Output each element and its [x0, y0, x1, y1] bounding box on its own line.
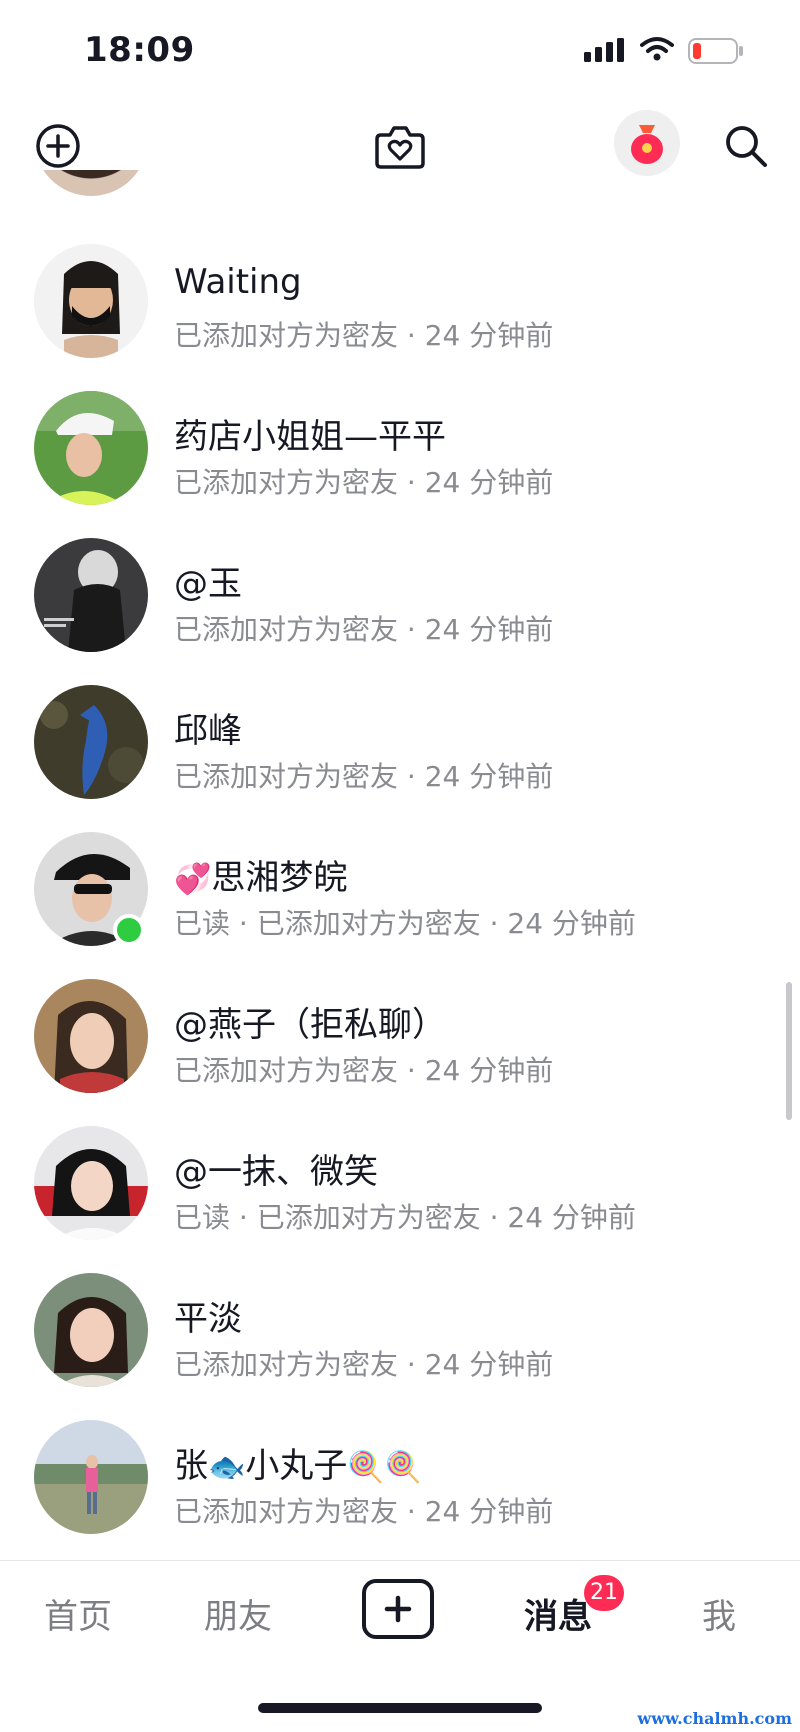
fish-emoji: 🐟: [208, 1450, 246, 1485]
list-item[interactable]: Waiting 已添加对方为密友 · 24 分钟前: [0, 228, 800, 376]
status-time: 18:09: [84, 30, 195, 70]
status-bar: 18:09: [0, 0, 800, 100]
contact-name: @一抹、微笑: [174, 1152, 378, 1192]
list-item[interactable]: @玉 已添加对方为密友 · 24 分钟前: [0, 522, 800, 670]
contact-status: 已添加对方为密友 · 24 分钟前: [174, 1054, 554, 1087]
camera-heart-icon[interactable]: [370, 116, 430, 176]
plus-icon: [384, 1595, 412, 1623]
avatar[interactable]: [34, 170, 148, 196]
contact-name: Waiting: [174, 262, 302, 302]
contact-name: 药店小姐姐—平平: [174, 417, 446, 457]
contact-name: @玉: [174, 564, 242, 604]
list-item[interactable]: @一抹、微笑 已读 · 已添加对方为密友 · 24 分钟前: [0, 1110, 800, 1258]
avatar[interactable]: [34, 538, 148, 652]
contact-name-part: 小丸子: [245, 1446, 348, 1486]
tab-messages[interactable]: 消息: [524, 1589, 592, 1638]
search-icon[interactable]: [718, 118, 774, 174]
avatar[interactable]: [34, 1126, 148, 1240]
contact-status: 已添加对方为密友 · 24 分钟前: [174, 319, 554, 352]
unread-badge: 21: [584, 1575, 624, 1611]
create-post-button[interactable]: [362, 1579, 434, 1639]
contact-name: 张🐟小丸子🍭🍭: [174, 1438, 422, 1487]
cellular-signal-icon: [584, 38, 626, 66]
avatar[interactable]: [34, 1273, 148, 1387]
list-item[interactable]: 邱峰 已添加对方为密友 · 24 分钟前: [0, 669, 800, 817]
avatar[interactable]: [34, 244, 148, 358]
tab-home[interactable]: 首页: [44, 1589, 112, 1638]
friends-list[interactable]: Waiting 已添加对方为密友 · 24 分钟前 药店小姐姐—平平 已添加对方…: [0, 170, 800, 1560]
online-status-dot: [113, 914, 145, 946]
red-packet-icon[interactable]: [614, 110, 680, 176]
hearts-emoji: 💞: [174, 862, 212, 897]
avatar[interactable]: [34, 979, 148, 1093]
contact-status: 已读 · 已添加对方为密友 · 24 分钟前: [174, 907, 636, 940]
avatar[interactable]: [34, 685, 148, 799]
scrollbar[interactable]: [786, 982, 792, 1120]
tab-friends[interactable]: 朋友: [204, 1589, 272, 1638]
tab-me[interactable]: 我: [702, 1589, 736, 1638]
bottom-tab-bar: 首页 朋友 消息 21 我 www.chalmh.com: [0, 1560, 800, 1732]
contact-name: 平淡: [174, 1299, 242, 1339]
contact-status: 已添加对方为密友 · 24 分钟前: [174, 1348, 554, 1381]
contact-status: 已添加对方为密友 · 24 分钟前: [174, 1495, 554, 1528]
lollipop-emoji: 🍭: [347, 1450, 385, 1485]
list-item[interactable]: 药店小姐姐—平平 已添加对方为密友 · 24 分钟前: [0, 375, 800, 523]
battery-icon: [688, 38, 744, 68]
list-item[interactable]: 张🐟小丸子🍭🍭 已添加对方为密友 · 24 分钟前: [0, 1404, 800, 1552]
lollipop-emoji: 🍭: [384, 1450, 423, 1485]
watermark: www.chalmh.com: [637, 1709, 792, 1728]
contact-name: 邱峰: [174, 711, 242, 751]
home-indicator[interactable]: [258, 1703, 542, 1713]
avatar[interactable]: [34, 391, 148, 505]
wifi-icon: [640, 36, 674, 66]
contact-name: 💞思湘梦皖: [174, 850, 347, 899]
avatar[interactable]: [34, 1420, 148, 1534]
contact-status: 已添加对方为密友 · 24 分钟前: [174, 613, 554, 646]
contact-name: @燕子（拒私聊）: [174, 1005, 446, 1045]
contact-status: 已添加对方为密友 · 24 分钟前: [174, 466, 554, 499]
list-item[interactable]: 平淡 已添加对方为密友 · 24 分钟前: [0, 1257, 800, 1405]
contact-status: 已添加对方为密友 · 24 分钟前: [174, 760, 554, 793]
list-item[interactable]: 💞思湘梦皖 已读 · 已添加对方为密友 · 24 分钟前: [0, 816, 800, 964]
add-circle-icon[interactable]: [32, 120, 84, 172]
contact-name-text: 思湘梦皖: [211, 858, 348, 898]
contact-status: 已读 · 已添加对方为密友 · 24 分钟前: [174, 1201, 636, 1234]
contact-name-part: 张: [174, 1446, 208, 1486]
list-item[interactable]: @燕子（拒私聊） 已添加对方为密友 · 24 分钟前: [0, 963, 800, 1111]
